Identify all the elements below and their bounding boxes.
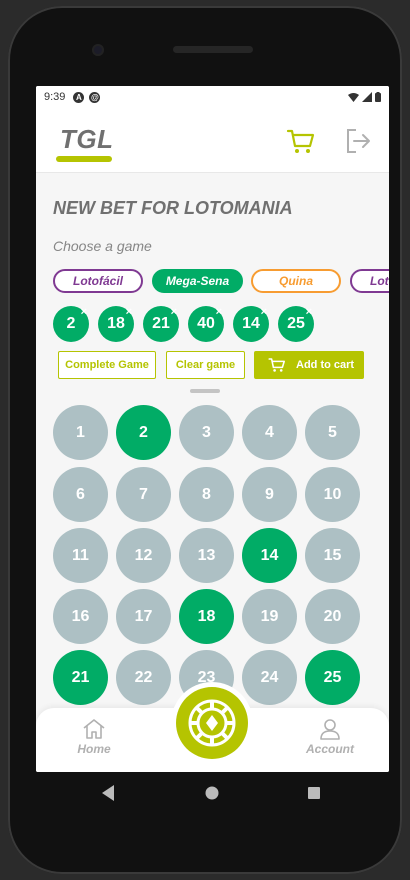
app-header: TGL: [36, 108, 389, 173]
page-title: NEW BET FOR LOTOMANIA: [53, 198, 293, 218]
number-ball[interactable]: 7: [116, 467, 171, 522]
selected-number-value: 18: [107, 315, 125, 332]
selected-number-value: 25: [287, 315, 305, 332]
number-ball[interactable]: 5: [305, 405, 360, 460]
selected-number-chip[interactable]: 25 ×: [278, 306, 314, 342]
number-ball[interactable]: 18: [179, 589, 234, 644]
logo-underline: [56, 156, 112, 162]
number-ball[interactable]: 17: [116, 589, 171, 644]
fab-inner: [176, 687, 248, 759]
selected-number-chip[interactable]: 2 ×: [53, 306, 89, 342]
number-ball[interactable]: 11: [53, 528, 108, 583]
number-ball[interactable]: 4: [242, 405, 297, 460]
remove-number-icon[interactable]: ×: [306, 307, 312, 318]
number-ball[interactable]: 14: [242, 528, 297, 583]
account-icon: [320, 719, 340, 740]
clear-game-button[interactable]: Clear game: [166, 351, 245, 379]
number-ball[interactable]: 16: [53, 589, 108, 644]
phone-frame: 9:39 A @ TGL NEW BET FOR LOTOMANIA Choos…: [8, 6, 402, 874]
number-ball[interactable]: 2: [116, 405, 171, 460]
remove-number-icon[interactable]: ×: [126, 307, 132, 318]
home-button-icon[interactable]: [204, 784, 220, 802]
number-ball[interactable]: 25: [305, 650, 360, 705]
status-time: 9:39: [44, 91, 66, 103]
nav-home[interactable]: Home: [64, 718, 124, 756]
casino-chip-icon: [188, 699, 236, 747]
game-pill-lotofacil[interactable]: Lotofácil: [53, 269, 143, 293]
new-bet-fab[interactable]: [171, 682, 253, 764]
choose-game-label: Choose a game: [53, 238, 152, 254]
remove-number-icon[interactable]: ×: [81, 307, 87, 318]
battery-icon: [375, 92, 381, 102]
number-ball[interactable]: 13: [179, 528, 234, 583]
complete-game-button[interactable]: Complete Game: [58, 351, 156, 379]
number-ball[interactable]: 9: [242, 467, 297, 522]
home-icon: [83, 719, 105, 739]
game-pill-mega-sena[interactable]: Mega-Sena: [152, 269, 243, 293]
selected-number-value: 14: [242, 315, 260, 332]
remove-number-icon[interactable]: ×: [261, 307, 267, 318]
number-ball[interactable]: 12: [116, 528, 171, 583]
logout-icon[interactable]: [343, 126, 373, 156]
nav-account[interactable]: Account: [300, 718, 360, 756]
number-ball[interactable]: 8: [179, 467, 234, 522]
earpiece-speaker: [173, 46, 253, 53]
selected-number-chip[interactable]: 21 ×: [143, 306, 179, 342]
number-ball[interactable]: 6: [53, 467, 108, 522]
remove-number-icon[interactable]: ×: [171, 307, 177, 318]
number-ball[interactable]: 19: [242, 589, 297, 644]
number-ball[interactable]: 3: [179, 405, 234, 460]
remove-number-icon[interactable]: ×: [216, 307, 222, 318]
signal-icon: [362, 92, 372, 102]
recents-icon[interactable]: [306, 784, 322, 802]
selected-number-chip[interactable]: 40 ×: [188, 306, 224, 342]
drag-handle[interactable]: [190, 389, 220, 393]
number-ball[interactable]: 22: [116, 650, 171, 705]
number-ball[interactable]: 15: [305, 528, 360, 583]
selected-number-value: 21: [152, 315, 170, 332]
front-camera: [92, 44, 104, 56]
back-icon[interactable]: [100, 784, 116, 802]
selected-number-value: 2: [66, 315, 76, 332]
status-notification-icon: A: [73, 91, 85, 103]
add-to-cart-label: Add to cart: [296, 359, 355, 371]
app-screen: 9:39 A @ TGL NEW BET FOR LOTOMANIA Choos…: [36, 86, 389, 772]
number-ball[interactable]: 1: [53, 405, 108, 460]
wifi-icon: [348, 92, 359, 102]
selected-number-chip[interactable]: 14 ×: [233, 306, 269, 342]
cart-icon: [268, 358, 285, 372]
selected-number-chip[interactable]: 18 ×: [98, 306, 134, 342]
nav-home-label: Home: [77, 742, 111, 756]
number-ball[interactable]: 20: [305, 589, 360, 644]
add-to-cart-button[interactable]: Add to cart: [254, 351, 364, 379]
number-ball[interactable]: 24: [242, 650, 297, 705]
cart-icon[interactable]: [286, 126, 316, 156]
game-pill-lotomania[interactable]: Lotomania: [350, 269, 389, 293]
status-bar: 9:39 A @: [36, 86, 389, 108]
nav-account-label: Account: [306, 742, 354, 756]
status-sync-icon: @: [89, 91, 101, 103]
system-nav-bar: [36, 774, 389, 814]
app-logo[interactable]: TGL: [60, 124, 114, 155]
status-icons: [348, 92, 381, 102]
number-ball[interactable]: 21: [53, 650, 108, 705]
number-ball[interactable]: 10: [305, 467, 360, 522]
selected-number-value: 40: [197, 315, 215, 332]
game-pill-quina[interactable]: Quina: [251, 269, 341, 293]
